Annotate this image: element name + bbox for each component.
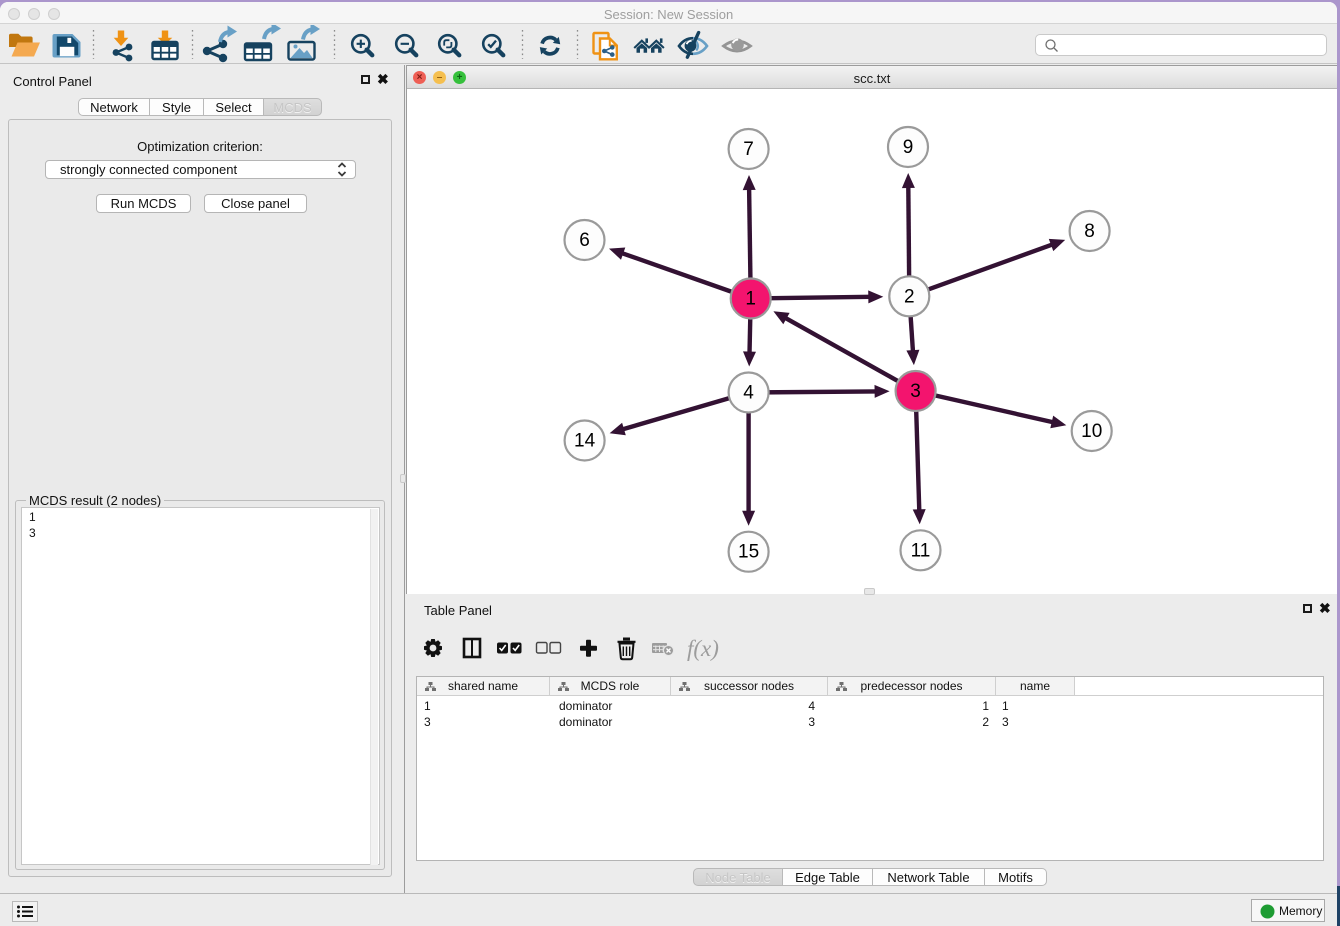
svg-text:10: 10 [1081, 421, 1102, 442]
svg-text:15: 15 [738, 542, 759, 563]
svg-text:6: 6 [579, 230, 590, 251]
svg-text:9: 9 [903, 137, 914, 158]
svg-text:2: 2 [904, 286, 915, 307]
svg-text:f(x): f(x) [687, 636, 719, 661]
svg-text:1: 1 [745, 289, 756, 310]
svg-text:14: 14 [574, 431, 596, 452]
svg-text:4: 4 [743, 383, 754, 404]
svg-text:8: 8 [1084, 221, 1095, 242]
svg-text:11: 11 [911, 540, 931, 561]
svg-text:7: 7 [743, 139, 754, 160]
svg-text:3: 3 [910, 381, 921, 402]
